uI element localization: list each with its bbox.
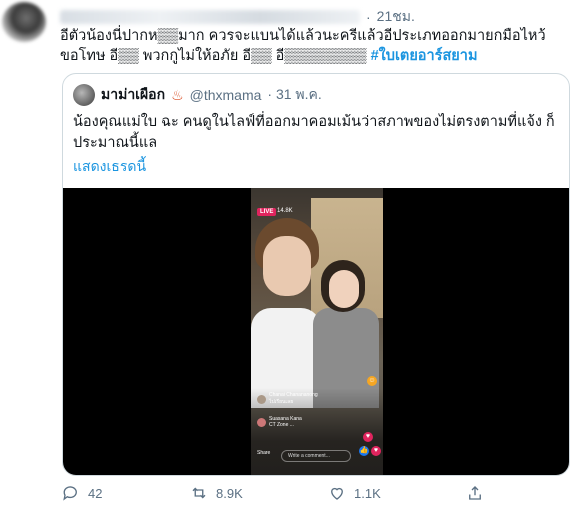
tweet-text-line-2: ขอโทษ อี▒▒ พวกกูไม่ให้อภัย อี▒▒ อี▒▒▒▒▒▒… [60,48,367,64]
reply-icon [63,486,77,501]
commenter-name: Chanai Chanananong [269,392,318,398]
tweet-meta: · 21ชม. [60,6,415,28]
haha-reaction-icon: ☺ [367,376,377,386]
separator-dot: · [366,9,371,25]
live-badge: LIVE [257,208,277,216]
retweet-count: 8.9K [216,485,243,501]
tweet-text-line-1: อีตัวน้องนี่ปากห▒▒มาก ควรจะแบนได้แล้วนะค… [60,28,546,44]
retweet-icon [192,487,206,499]
quoted-tweet-card[interactable]: มาม่าเผือก ♨ @thxmama · 31 พ.ค. น้องคุณแ… [62,73,570,476]
live-comment-input[interactable]: Write a comment... [281,450,351,462]
like-button[interactable]: 1.1K [328,482,381,504]
quoted-text: น้องคุณแม่ใบ ฉะ คนดูในไลฟ์ที่ออกมาคอมเม้… [73,114,555,151]
share-button[interactable] [466,482,484,504]
hashtag-link[interactable]: #ใบเตยอาร์สยาม [371,48,478,64]
tweet[interactable]: · 21ชม. อีตัวน้องนี่ปากห▒▒มาก ควรจะแบนได… [0,0,574,506]
show-thread-link[interactable]: แสดงเธรดนี้ [73,156,146,178]
person-left-face [263,236,311,296]
quoted-display-name[interactable]: มาม่าเผือก [101,84,165,106]
heart-reaction-icon: ♥ [363,432,373,442]
live-comment: Suasana Kana CT Zone ... [257,416,302,428]
commenter-avatar [257,394,266,404]
retweet-button[interactable]: 8.9K [190,482,243,504]
commenter-avatar [257,417,266,427]
like-count: 1.1K [354,485,381,501]
live-comment: Chanai Chanananong ไปเรียนเลย [257,392,318,406]
tweet-actions: 42 8.9K 1.1K [60,482,570,504]
quoted-media[interactable]: LIVE 14.8K Chanai Chanananong ไปเรียนเลย… [63,188,569,475]
live-share-button[interactable]: Share [257,450,270,456]
quoted-handle[interactable]: @thxmama [190,87,262,103]
comment-text: CT Zone ... [269,422,294,428]
hot-springs-icon: ♨ [171,86,184,103]
tweet-text-line-2-wrap: ขอโทษ อี▒▒ พวกกูไม่ให้อภัย อี▒▒ อี▒▒▒▒▒▒… [60,46,565,66]
redacted-author [60,10,360,24]
love-reaction-icon: ♥ [371,446,381,456]
heart-icon [331,487,343,500]
live-video-frame[interactable]: LIVE 14.8K Chanai Chanananong ไปเรียนเลย… [251,188,383,475]
avatar[interactable] [2,2,46,42]
quoted-date: · 31 พ.ค. [267,86,322,102]
viewer-count: 14.8K [277,208,293,214]
reply-button[interactable]: 42 [62,482,102,504]
comment-text: ไปเรียนเลย [269,399,294,405]
tweet-time[interactable]: 21ชม. [377,6,415,28]
quoted-avatar[interactable] [73,84,95,106]
share-icon [469,486,481,500]
person-right-face [329,270,359,308]
reply-count: 42 [88,485,103,501]
tweet-text: อีตัวน้องนี่ปากห▒▒มาก ควรจะแบนได้แล้วนะค… [60,26,565,66]
quoted-tweet-header: มาม่าเผือก ♨ @thxmama · 31 พ.ค. [73,84,322,106]
like-reaction-icon: 👍 [359,446,369,456]
